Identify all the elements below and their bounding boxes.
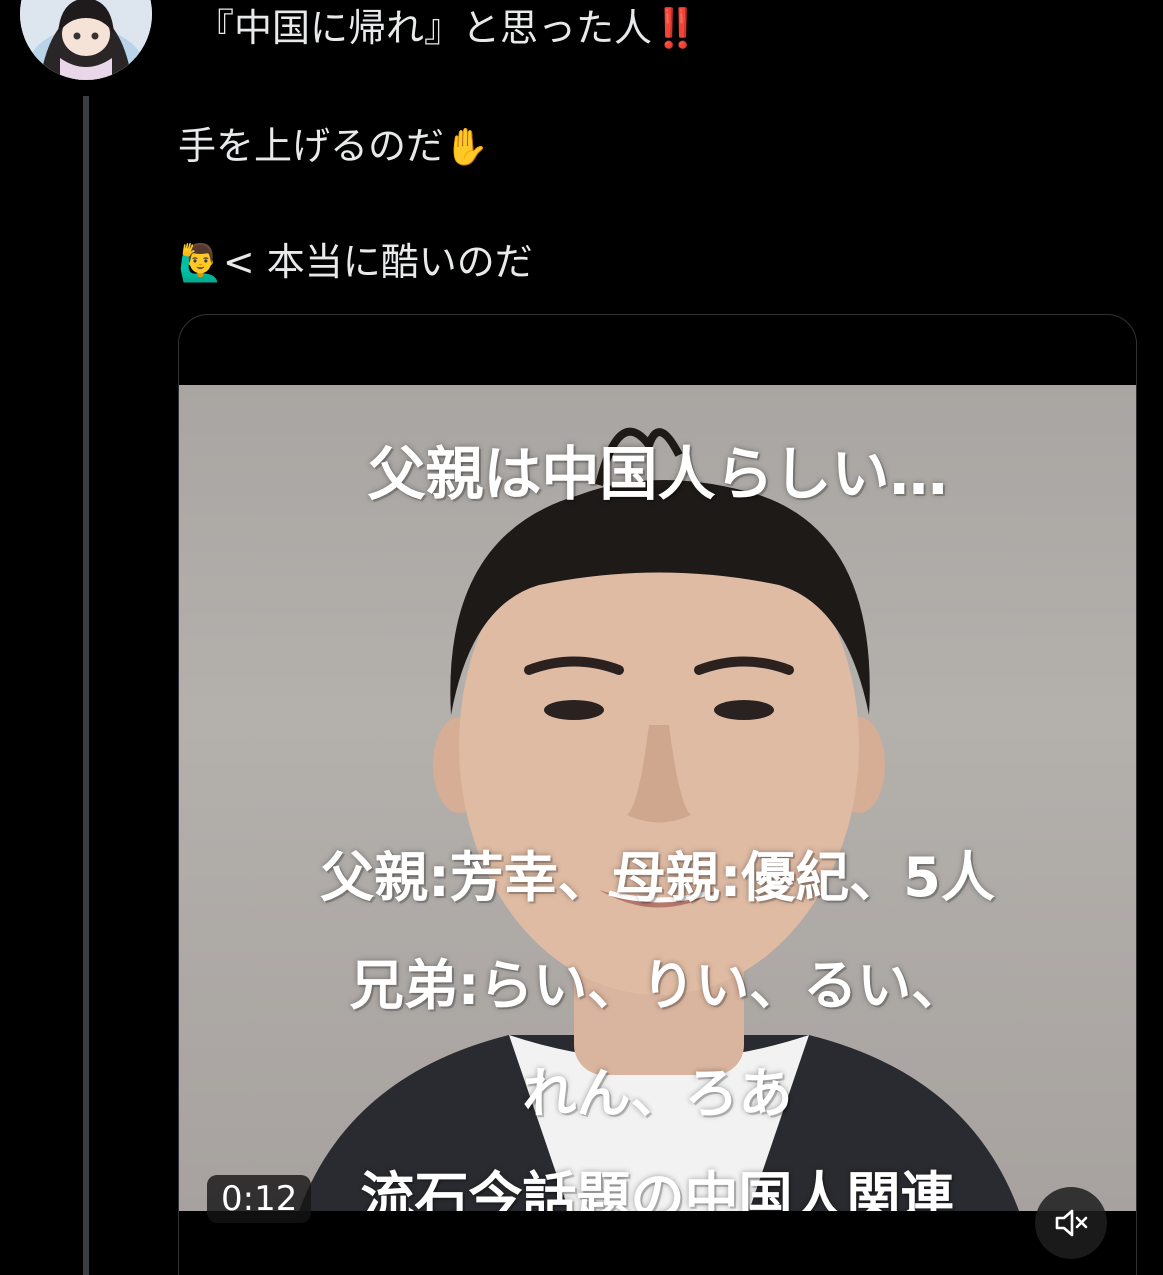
video-controls-bar [179,1211,1136,1275]
video-player[interactable]: 父親は中国人らしい… 父親:芳幸、母親:優紀、5人 兄弟:らい、りい、るい、 れ… [179,385,1136,1211]
video-caption-line-4: 流石今話題の中国人関連 [360,1166,955,1211]
speaker-muted-icon [1055,1209,1088,1237]
post-line-1: 『中国に帰れ』と思った人‼️ [196,4,699,52]
author-avatar[interactable] [20,0,152,80]
video-elapsed-time: 0:12 [207,1175,312,1223]
post-line-2-text: 手を上げるのだ [178,124,445,168]
video-caption-line-2: 兄弟:らい、りい、るい、 [349,954,966,1017]
person-raising-hand-icon: 🙋‍♂️ [178,243,223,284]
thread-connector-line [83,96,89,1275]
double-exclamation-icon: ‼️ [652,6,700,50]
video-caption-line-3: れん、ろあ [522,1062,793,1125]
post-line-3-text: < 本当に酷いのだ [222,240,533,284]
video-caption-line-1: 父親:芳幸、母親:優紀、5人 [320,846,995,909]
mute-toggle-button[interactable] [1035,1187,1107,1259]
post-page: 『中国に帰れ』と思った人‼️ 手を上げるのだ✋ 🙋‍♂️< 本当に酷いのだ [0,0,1163,1275]
post-line-1-text: 『中国に帰れ』と思った人 [196,6,653,50]
video-caption-title: 父親は中国人らしい… [367,440,948,508]
raised-hand-icon: ✋ [444,127,489,168]
post-line-3: 🙋‍♂️< 本当に酷いのだ [178,238,533,288]
video-card[interactable]: 父親は中国人らしい… 父親:芳幸、母親:優紀、5人 兄弟:らい、りい、るい、 れ… [178,314,1137,1275]
post-line-2: 手を上げるのだ✋ [178,122,489,172]
